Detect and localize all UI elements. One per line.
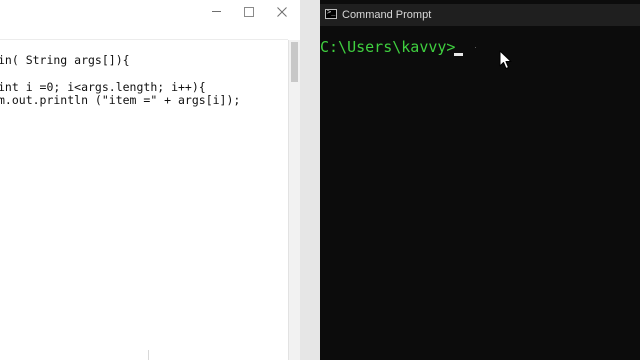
cmd-icon-glyph: >_ [327, 8, 336, 16]
command-prompt-window: >_ Command Prompt C:\Users\kavvy> [320, 0, 640, 360]
editor-vertical-scrollbar[interactable] [288, 40, 300, 360]
cmd-window-title: Command Prompt [342, 9, 432, 21]
code-line-3: m.out.println ("item =" + args[i]); [0, 93, 241, 107]
mouse-pointer-icon [499, 50, 512, 69]
cmd-prompt: C:\Users\kavvy> [320, 38, 456, 56]
close-button[interactable] [271, 2, 293, 22]
cmd-icon: >_ [325, 8, 337, 19]
maximize-button[interactable] [238, 2, 260, 22]
minimize-button[interactable] [205, 2, 227, 22]
editor-text-area[interactable]: in( String args[]){ int i =0; i<args.len… [0, 40, 288, 360]
close-icon [277, 6, 287, 17]
editor-titlebar[interactable] [0, 0, 300, 26]
minimize-icon [211, 11, 221, 12]
text-cursor [454, 53, 463, 56]
cmd-console[interactable]: C:\Users\kavvy> [320, 26, 640, 360]
editor-rule [148, 350, 149, 360]
cmd-titlebar[interactable]: >_ Command Prompt [320, 4, 640, 26]
code-line-2: int i =0; i<args.length; i++){ [0, 80, 206, 94]
maximize-icon [244, 6, 254, 17]
cmd-speck [475, 47, 476, 48]
code-line-1: in( String args[]){ [0, 53, 130, 67]
desktop: in( String args[]){ int i =0; i<args.len… [0, 0, 640, 360]
window-gap [300, 0, 320, 360]
scrollbar-thumb[interactable] [291, 42, 298, 82]
